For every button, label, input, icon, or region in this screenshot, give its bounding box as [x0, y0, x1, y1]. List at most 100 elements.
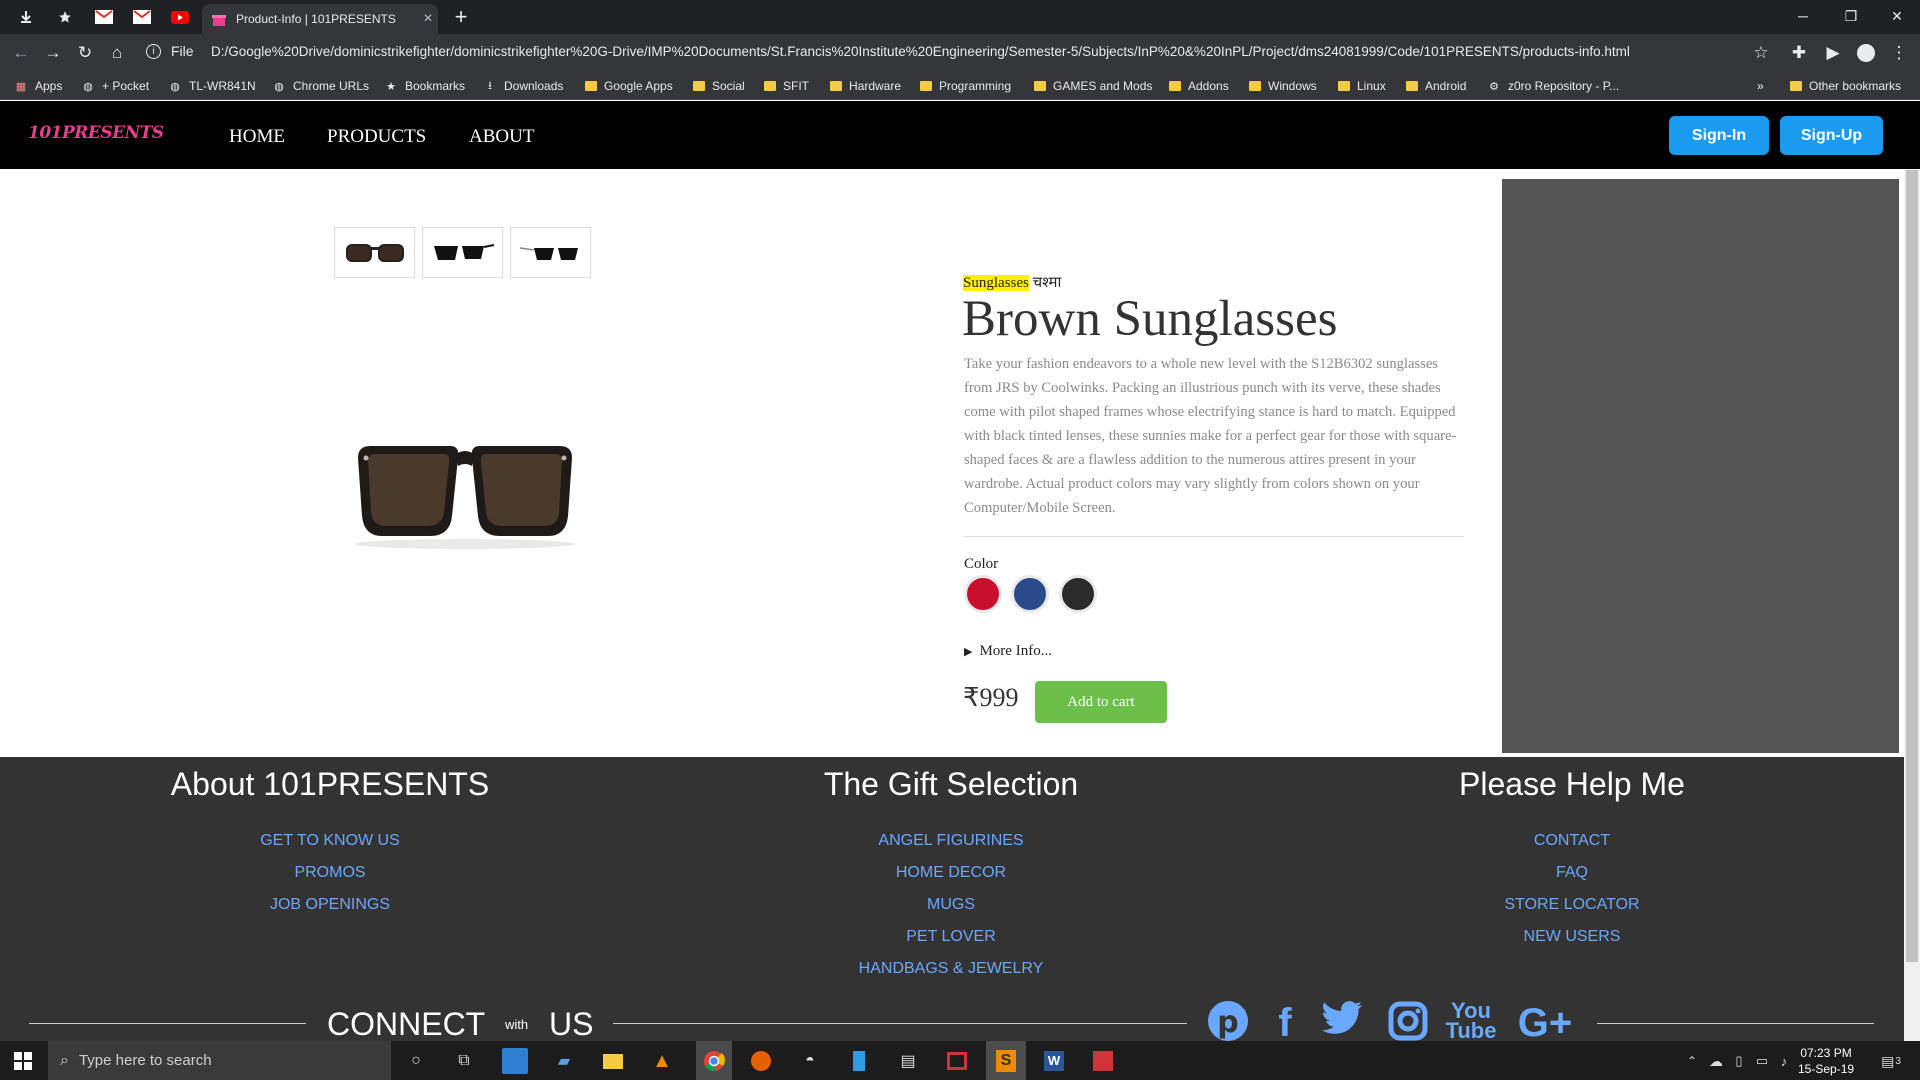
footer-link[interactable]: STORE LOCATOR: [1262, 889, 1882, 921]
tab-close-icon[interactable]: ×: [418, 10, 438, 28]
instagram-icon[interactable]: [1385, 1001, 1431, 1041]
address-bar[interactable]: D:/Google%20Drive/dominicstrikefighter/d…: [211, 44, 1741, 59]
bookmark-item[interactable]: Addons: [1169, 77, 1229, 95]
bookmark-item[interactable]: Social: [693, 77, 745, 95]
cortana-icon[interactable]: ○: [403, 1048, 429, 1074]
acrobat-icon[interactable]: [1090, 1048, 1116, 1074]
color-swatch-blue[interactable]: [1011, 575, 1049, 613]
system-clock[interactable]: 07:23 PM 15-Sep-19: [1798, 1045, 1854, 1077]
site-info[interactable]: i File: [146, 43, 194, 59]
bookmark-item[interactable]: GAMES and Mods: [1034, 77, 1152, 95]
thumbnail-side-view[interactable]: [422, 227, 503, 278]
category-label[interactable]: Sunglasses: [963, 275, 1029, 291]
windows-start-icon[interactable]: [10, 1048, 36, 1074]
bookmark-item[interactable]: ▦ Apps: [14, 77, 63, 95]
bookmark-item[interactable]: ◍ + Pocket: [81, 77, 149, 95]
site-logo[interactable]: 101PRESENTS: [28, 123, 164, 143]
pinterest-icon[interactable]: p: [1205, 1001, 1251, 1041]
app-taskbar-icon[interactable]: [502, 1048, 528, 1074]
footer-link[interactable]: PET LOVER: [641, 921, 1261, 953]
bookmark-item[interactable]: Hardware: [830, 77, 901, 95]
bookmark-item[interactable]: Programming: [920, 77, 1011, 95]
color-swatch-black[interactable]: [1059, 575, 1097, 613]
signin-button[interactable]: Sign-In: [1669, 116, 1769, 155]
firefox-icon[interactable]: [748, 1048, 774, 1074]
youtube-tab-icon[interactable]: [163, 5, 197, 29]
footer-link[interactable]: HOME DECOR: [641, 857, 1261, 889]
app-taskbar-icon[interactable]: [944, 1048, 970, 1074]
footer-link[interactable]: HANDBAGS & JEWELRY: [641, 953, 1261, 985]
bookmark-item[interactable]: ⭳ Downloads: [483, 77, 563, 95]
bookmark-item[interactable]: ◍ TL-WR841N: [168, 77, 256, 95]
facebook-icon[interactable]: f: [1270, 1001, 1300, 1046]
volume-icon[interactable]: ♪: [1774, 1048, 1794, 1074]
back-icon[interactable]: ←: [8, 40, 34, 66]
bookmark-item[interactable]: Windows: [1249, 77, 1317, 95]
word-icon[interactable]: W: [1041, 1048, 1067, 1074]
gmail-tab-icon[interactable]: [125, 5, 159, 29]
footer-link[interactable]: PROMOS: [20, 857, 640, 889]
footer-link[interactable]: JOB OPENINGS: [20, 889, 640, 921]
footer-link[interactable]: ANGEL FIGURINES: [641, 825, 1261, 857]
footer-link[interactable]: MUGS: [641, 889, 1261, 921]
network-icon[interactable]: ▭: [1752, 1048, 1772, 1074]
gmail-tab-icon[interactable]: [87, 5, 121, 29]
bookmark-item[interactable]: ★ Bookmarks: [384, 77, 465, 95]
vlc-icon[interactable]: ▲: [649, 1048, 675, 1074]
star-tab-icon[interactable]: [48, 5, 82, 29]
other-bookmarks[interactable]: Other bookmarks: [1790, 77, 1901, 95]
more-info-toggle[interactable]: ▶ More Info...: [964, 643, 1052, 660]
nav-home[interactable]: HOME: [229, 126, 285, 148]
footer-link[interactable]: FAQ: [1262, 857, 1882, 889]
footer-link[interactable]: CONTACT: [1262, 825, 1882, 857]
forward-icon[interactable]: →: [40, 40, 66, 66]
cloud-icon[interactable]: ☁: [1706, 1048, 1726, 1074]
file-explorer-icon[interactable]: [600, 1048, 626, 1074]
minimize-button[interactable]: ─: [1780, 0, 1826, 32]
nav-about[interactable]: ABOUT: [469, 126, 534, 148]
profile-avatar-icon[interactable]: [1853, 40, 1879, 66]
scrollbar-thumb[interactable]: [1906, 170, 1918, 962]
nav-products[interactable]: PRODUCTS: [327, 126, 426, 148]
bookmark-item[interactable]: SFIT: [764, 77, 809, 95]
reload-icon[interactable]: ↻: [72, 40, 98, 66]
add-to-cart-button[interactable]: Add to cart: [1035, 681, 1167, 723]
home-icon[interactable]: ⌂: [104, 40, 130, 66]
close-window-button[interactable]: ✕: [1874, 0, 1920, 32]
thumbnail-brown-sunglasses[interactable]: [334, 227, 415, 278]
youtube-icon[interactable]: You Tube: [1446, 1000, 1497, 1042]
product-main-image: [350, 436, 580, 551]
app-taskbar-icon[interactable]: ◓: [797, 1048, 823, 1074]
thumbnail-angle-view[interactable]: [510, 227, 591, 278]
bookmark-item[interactable]: Linux: [1338, 77, 1386, 95]
google-plus-icon[interactable]: G+: [1512, 1001, 1578, 1046]
app-taskbar-icon[interactable]: ▤: [895, 1048, 921, 1074]
battery-icon[interactable]: ▯: [1730, 1048, 1748, 1074]
taskbar-search[interactable]: ⌕ Type here to search: [48, 1041, 391, 1080]
color-swatch-red[interactable]: [964, 575, 1002, 613]
app-taskbar-icon[interactable]: [846, 1048, 872, 1074]
active-tab[interactable]: Product-Info | 101PRESENTS ×: [202, 4, 438, 34]
bookmark-item[interactable]: ◍ Chrome URLs: [272, 77, 369, 95]
new-tab-button[interactable]: +: [448, 4, 474, 30]
bookmark-item[interactable]: Android: [1406, 77, 1466, 95]
bookmark-item[interactable]: ⚙ z0ro Repository - P...: [1487, 77, 1619, 95]
sublime-text-icon[interactable]: S: [986, 1041, 1026, 1080]
menu-dots-icon[interactable]: ⋮: [1886, 40, 1912, 66]
app-taskbar-icon[interactable]: ▰: [551, 1048, 577, 1074]
bookmark-item[interactable]: Google Apps: [585, 77, 673, 95]
twitter-icon[interactable]: [1316, 1001, 1368, 1037]
media-play-icon[interactable]: ▶: [1820, 40, 1846, 66]
footer-link[interactable]: NEW USERS: [1262, 921, 1882, 953]
tray-chevron-icon[interactable]: ⌃: [1684, 1048, 1700, 1074]
restore-button[interactable]: ❐: [1828, 0, 1874, 32]
notification-center-icon[interactable]: ▤ 3: [1876, 1048, 1906, 1074]
footer-link[interactable]: GET TO KNOW US: [20, 825, 640, 857]
task-view-icon[interactable]: ⧉: [451, 1048, 477, 1074]
signup-button[interactable]: Sign-Up: [1780, 116, 1883, 155]
extensions-icon[interactable]: ✚: [1786, 40, 1812, 66]
bookmark-star-icon[interactable]: ☆: [1748, 40, 1774, 66]
download-tab-icon[interactable]: [9, 5, 43, 29]
chrome-icon[interactable]: [696, 1041, 732, 1080]
bookmarks-overflow[interactable]: »: [1757, 77, 1764, 95]
